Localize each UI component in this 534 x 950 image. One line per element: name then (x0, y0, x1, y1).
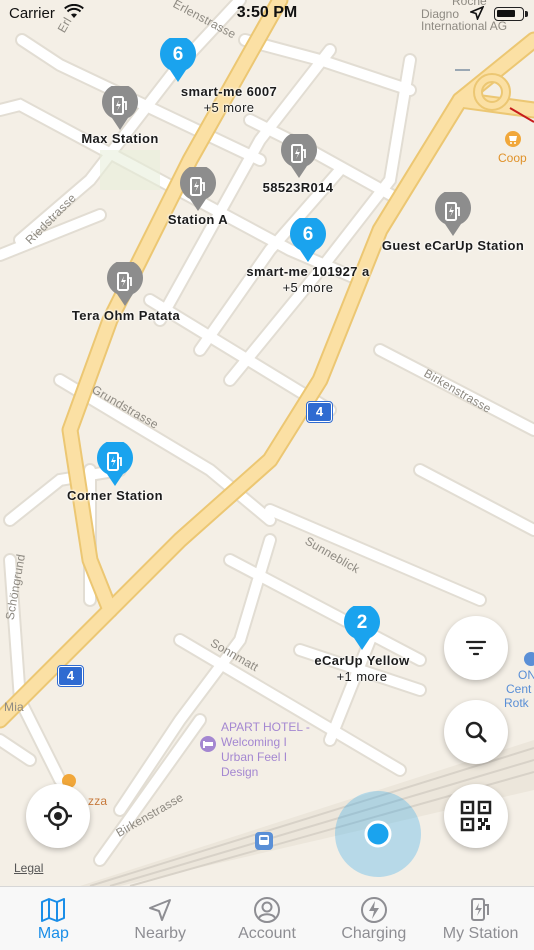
tab-label: My Station (442, 925, 519, 942)
station-label[interactable]: Corner Station (67, 488, 163, 504)
station-label[interactable]: smart-me 6007 +5 more (181, 84, 277, 115)
station-label[interactable]: smart-me 101927 a +5 more (246, 264, 369, 295)
tab-label: Nearby (134, 925, 186, 942)
station-more: +1 more (336, 669, 388, 684)
tab-nearby[interactable]: Nearby (107, 887, 214, 950)
one-poi-icon (524, 652, 534, 666)
cluster-count: 2 (356, 612, 368, 633)
charging-station-icon (117, 272, 132, 291)
crosshair-icon (44, 802, 72, 830)
station-label[interactable]: Tera Ohm Patata (72, 308, 180, 324)
qr-scan-button[interactable] (444, 784, 508, 848)
charging-station-icon (107, 452, 122, 471)
status-time: 3:50 PM (236, 4, 298, 21)
tab-charging[interactable]: Charging (320, 887, 427, 950)
locate-me-button[interactable] (26, 784, 90, 848)
status-bar: Carrier 3:50 PM (0, 0, 534, 28)
location-arrow-icon (470, 6, 484, 20)
station-pin[interactable] (178, 167, 218, 213)
station-name: 58523R014 (262, 180, 334, 195)
lightning-icon (360, 897, 387, 923)
filter-icon (465, 640, 487, 656)
search-button[interactable] (444, 700, 508, 764)
station-label[interactable]: Guest eCarUp Station (382, 238, 524, 254)
route-badge: 4 (306, 401, 333, 423)
map-icon (41, 898, 66, 922)
tab-account[interactable]: Account (214, 887, 321, 950)
poi-coop: Coop (498, 151, 527, 165)
search-icon (465, 721, 487, 743)
station-more: +5 more (282, 280, 334, 295)
bus-stop-icon (255, 832, 273, 850)
tab-label: Charging (341, 925, 407, 942)
account-icon (253, 897, 280, 923)
cluster-count: 6 (172, 44, 184, 65)
station-pin[interactable] (279, 134, 319, 180)
poi-one-line1: ONE Tr (518, 668, 534, 682)
charging-station-icon (445, 202, 460, 221)
station-label[interactable]: eCarUp Yellow +1 more (314, 653, 409, 684)
tab-bar: Map Nearby Account Charging My Station (0, 886, 534, 950)
station-name: eCarUp Yellow (314, 653, 410, 668)
navigation-arrow-icon (149, 899, 172, 921)
station-cluster-pin[interactable]: 6 (158, 38, 198, 84)
station-label[interactable]: 58523R014 (263, 180, 334, 196)
station-more: +5 more (203, 100, 255, 115)
station-label[interactable]: Station A (168, 212, 228, 228)
charging-station-icon (470, 898, 489, 921)
station-cluster-pin[interactable]: 6 (288, 218, 328, 264)
charging-station-icon (112, 96, 127, 115)
hotel-icon (200, 736, 216, 752)
station-name: Max Station (81, 131, 159, 146)
street-label-zza: zza (88, 794, 108, 808)
tab-map[interactable]: Map (0, 887, 107, 950)
filter-button[interactable] (444, 616, 508, 680)
cluster-count: 6 (302, 224, 314, 245)
station-pin[interactable] (100, 86, 140, 132)
street-label-mia: Mia (4, 700, 24, 714)
charging-station-icon (190, 177, 205, 196)
tab-my-station[interactable]: My Station (427, 887, 534, 950)
station-pin[interactable] (433, 192, 473, 238)
station-name: Guest eCarUp Station (381, 238, 525, 253)
station-name: smart-me 6007 (180, 84, 278, 99)
route-badge: 4 (57, 665, 84, 687)
station-name: Tera Ohm Patata (71, 308, 181, 323)
legal-link[interactable]: Legal (14, 861, 43, 875)
station-pin[interactable] (95, 442, 135, 488)
poi-one-line3: Rotk (504, 696, 529, 710)
station-name: Corner Station (67, 488, 163, 503)
coop-icon (505, 131, 521, 147)
tab-label: Map (37, 925, 69, 942)
tab-label: Account (238, 925, 296, 942)
map-view[interactable]: Erlenstrasse Erl Riedstrasse Grundstrass… (0, 0, 534, 886)
charging-station-icon (291, 144, 306, 163)
battery-icon (494, 7, 528, 21)
poi-apart-hotel: APART HOTEL - Welcoming I Urban Feel I D… (221, 720, 310, 779)
station-name: Station A (167, 212, 229, 227)
station-name: smart-me 101927 a (246, 264, 370, 279)
station-pin[interactable] (105, 262, 145, 308)
qr-code-icon (460, 800, 492, 832)
station-label[interactable]: Max Station (81, 131, 158, 147)
station-cluster-pin[interactable]: 2 (342, 606, 382, 652)
poi-one-line2: Cent (506, 682, 532, 696)
